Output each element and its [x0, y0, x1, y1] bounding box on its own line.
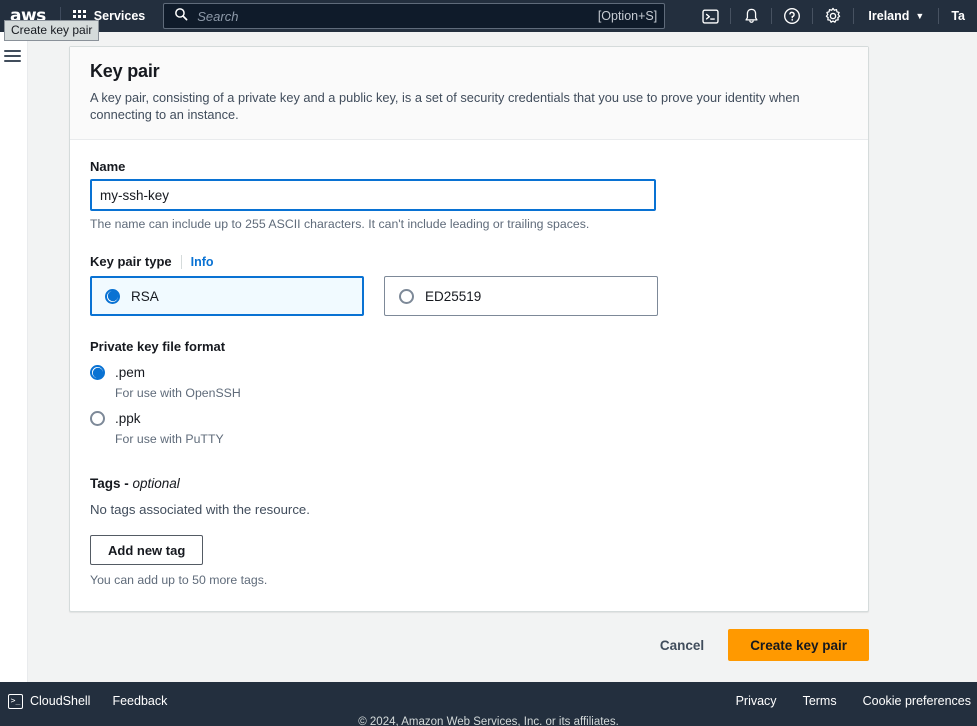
option-label: .ppk: [115, 411, 141, 426]
footer-copyright: © 2024, Amazon Web Services, Inc. or its…: [0, 716, 977, 726]
footer-left-links: >_ CloudShell Feedback: [0, 694, 167, 709]
tags-hint: You can add up to 50 more tags.: [90, 573, 848, 587]
page-title: Key pair: [90, 61, 848, 82]
private-key-format-option-ppk[interactable]: .ppk For use with PuTTY: [90, 410, 848, 446]
page-footer: >_ CloudShell Feedback Privacy Terms Coo…: [0, 682, 977, 726]
radio-icon: [90, 365, 105, 380]
private-key-format-label: Private key file format: [90, 339, 848, 354]
main-content-area: Key pair A key pair, consisting of a pri…: [28, 32, 977, 682]
key-pair-name-input[interactable]: [90, 179, 656, 211]
key-pair-form-card: Key pair A key pair, consisting of a pri…: [69, 46, 869, 612]
region-selector[interactable]: Ireland ▼: [854, 0, 938, 32]
cancel-button[interactable]: Cancel: [642, 629, 722, 661]
search-shortcut-badge: [Option+S]: [598, 9, 657, 23]
footer-feedback-link[interactable]: Feedback: [112, 694, 167, 708]
option-description: For use with PuTTY: [115, 432, 224, 446]
tags-empty-text: No tags associated with the resource.: [90, 502, 848, 517]
radio-icon: [399, 289, 414, 304]
search-input[interactable]: Search: [197, 9, 598, 24]
cloudshell-icon[interactable]: [690, 0, 730, 32]
notifications-bell-icon[interactable]: [731, 0, 771, 32]
card-body: Name The name can include up to 255 ASCI…: [70, 140, 868, 611]
footer-privacy-link[interactable]: Privacy: [736, 694, 777, 708]
key-pair-type-label: Key pair type: [90, 254, 172, 269]
nav-divider: [853, 8, 854, 24]
label-divider: [181, 255, 182, 269]
tags-title-text: Tags -: [90, 476, 133, 491]
form-actions: Cancel Create key pair: [69, 629, 869, 661]
private-key-format-option-pem[interactable]: .pem For use with OpenSSH: [90, 364, 848, 400]
nav-divider: [812, 8, 813, 24]
nav-divider: [771, 8, 772, 24]
footer-right-links: Privacy Terms Cookie preferences: [736, 682, 977, 720]
key-pair-type-options: RSA ED25519: [90, 276, 848, 316]
option-label: ED25519: [425, 289, 481, 304]
option-description: For use with OpenSSH: [115, 386, 241, 400]
private-key-format-group: Private key file format .pem For use wit…: [90, 339, 848, 446]
option-label: RSA: [131, 289, 159, 304]
global-search-box[interactable]: Search [Option+S]: [163, 3, 665, 29]
nav-divider: [938, 8, 939, 24]
create-key-pair-button[interactable]: Create key pair: [728, 629, 869, 661]
key-pair-type-info-link[interactable]: Info: [191, 255, 214, 269]
footer-cloudshell-button[interactable]: >_ CloudShell: [8, 694, 90, 709]
name-field-group: Name The name can include up to 255 ASCI…: [90, 159, 848, 231]
add-new-tag-button[interactable]: Add new tag: [90, 535, 203, 565]
cloudshell-label: CloudShell: [30, 694, 90, 708]
terminal-icon: >_: [8, 694, 23, 709]
page-description: A key pair, consisting of a private key …: [90, 89, 848, 123]
search-icon: [174, 7, 188, 26]
help-circle-icon[interactable]: [772, 0, 812, 32]
tags-title: Tags - optional: [90, 476, 848, 491]
card-header: Key pair A key pair, consisting of a pri…: [70, 47, 868, 140]
footer-links-row: >_ CloudShell Feedback Privacy Terms Coo…: [0, 682, 977, 720]
tags-optional-text: optional: [133, 476, 180, 491]
account-menu-button[interactable]: Ta: [939, 0, 977, 32]
name-label: Name: [90, 159, 848, 174]
tags-group: Tags - optional No tags associated with …: [90, 476, 848, 587]
settings-gear-icon[interactable]: [813, 0, 853, 32]
key-pair-type-group: Key pair type Info RSA ED25519: [90, 254, 848, 316]
chevron-down-icon: ▼: [915, 11, 924, 21]
option-label: .pem: [115, 365, 145, 380]
key-pair-type-option-rsa[interactable]: RSA: [90, 276, 364, 316]
footer-cookie-preferences-link[interactable]: Cookie preferences: [863, 694, 971, 708]
radio-icon: [90, 411, 105, 426]
nav-divider: [730, 8, 731, 24]
nav-right-cluster: Ireland ▼ Ta: [690, 0, 977, 32]
top-navigation-bar: aws Services Search [Option+S]: [0, 0, 977, 32]
create-key-pair-tooltip: Create key pair: [4, 20, 99, 41]
services-label: Services: [94, 9, 145, 23]
radio-icon: [105, 289, 120, 304]
region-label: Ireland: [868, 9, 909, 23]
key-pair-type-label-row: Key pair type Info: [90, 254, 848, 269]
footer-terms-link[interactable]: Terms: [803, 694, 837, 708]
left-navigation-rail: [0, 32, 28, 682]
key-pair-type-option-ed25519[interactable]: ED25519: [384, 276, 658, 316]
name-hint: The name can include up to 255 ASCII cha…: [90, 217, 848, 231]
hamburger-menu-icon[interactable]: [4, 50, 22, 62]
